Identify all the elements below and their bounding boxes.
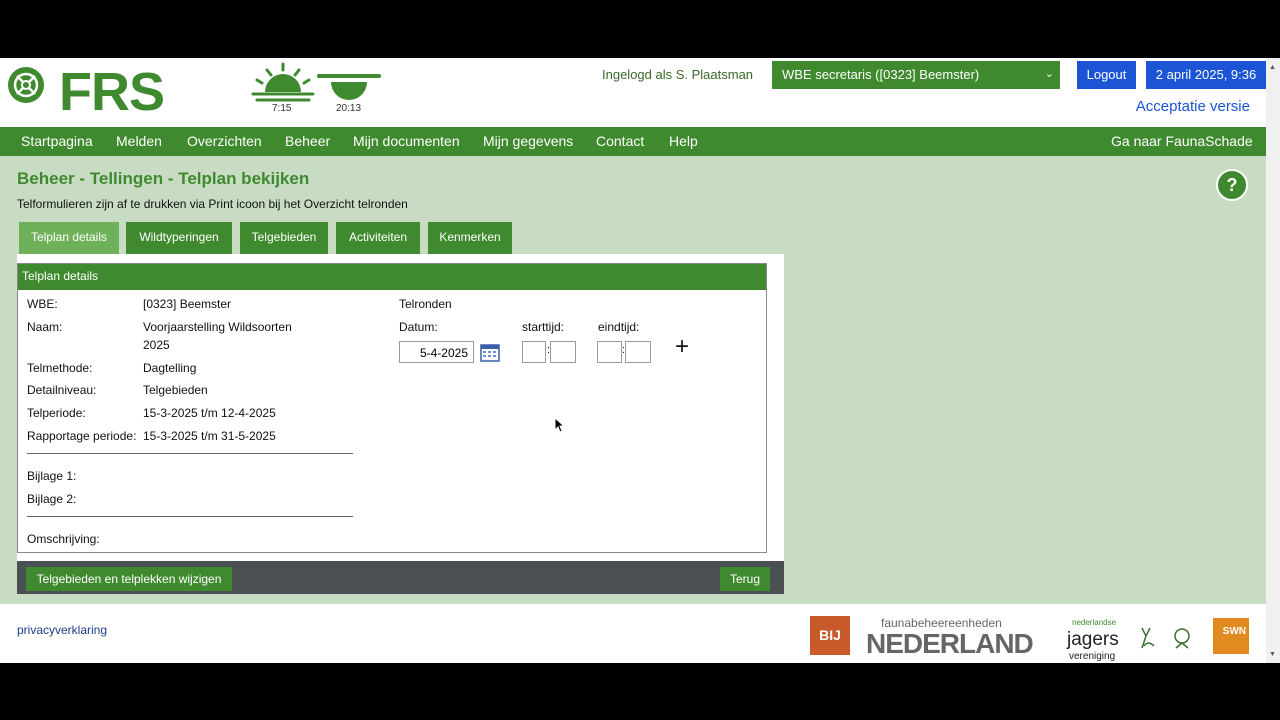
nav-item-faunaschade[interactable]: Ga naar FaunaSchade — [1111, 133, 1253, 149]
jagers-logo-sub-text: vereniging — [1069, 651, 1116, 662]
tab-kenmerken[interactable]: Kenmerken — [428, 222, 512, 254]
scrollbar[interactable]: ▲ ▼ — [1266, 58, 1280, 663]
nav-item-startpagina[interactable]: Startpagina — [21, 133, 93, 149]
panel-header: Telplan details — [18, 264, 766, 290]
divider — [27, 516, 353, 517]
bijlage-1-label: Bijlage 1: — [27, 469, 77, 483]
eindtijd-minutes-input[interactable] — [625, 341, 651, 363]
sunrise-icon — [251, 62, 315, 102]
page-subtitle: Telformulieren zijn af te drukken via Pr… — [17, 197, 408, 211]
field-value-detailniveau: Telgebieden — [143, 383, 208, 397]
fbe-logo-big-text: NEDERLAND — [866, 628, 1034, 659]
logout-button[interactable]: Logout — [1077, 61, 1136, 89]
help-icon[interactable]: ? — [1216, 169, 1248, 201]
starttijd-minutes-input[interactable] — [550, 341, 576, 363]
nav-item-overzichten[interactable]: Overzichten — [187, 133, 262, 149]
sunrise-time: 7:15 — [272, 103, 292, 114]
mouse-cursor-icon — [554, 417, 566, 433]
environment-label: Acceptatie versie — [1135, 98, 1250, 115]
datum-input[interactable]: 5-4-2025 — [399, 341, 474, 363]
starttijd-label: starttijd: — [522, 320, 565, 334]
field-value-wbe: [0323] Beemster — [143, 297, 232, 311]
tab-activiteiten[interactable]: Activiteiten — [336, 222, 420, 254]
tab-telgebieden[interactable]: Telgebieden — [240, 222, 328, 254]
divider — [27, 453, 353, 454]
eindtijd-label: eindtijd: — [598, 320, 640, 334]
chevron-down-icon: ⌄ — [1044, 68, 1054, 80]
calendar-icon[interactable] — [480, 342, 500, 362]
field-value-rapportage-periode: 15-3-2025 t/m 31-5-2025 — [143, 429, 276, 443]
field-value-telmethode: Dagtelling — [143, 361, 197, 375]
frs-logo-icon — [8, 67, 44, 103]
edit-telgebieden-button[interactable]: Telgebieden en telplekken wijzigen — [26, 567, 232, 591]
datum-label: Datum: — [399, 320, 438, 334]
tab-wildtyperingen[interactable]: Wildtyperingen — [126, 222, 232, 254]
omschrijving-label: Omschrijving: — [27, 532, 100, 546]
swn-logo: SWN — [1213, 618, 1249, 654]
telronden-title: Telronden — [399, 297, 452, 311]
action-bar: Telgebieden en telplekken wijzigen Terug — [17, 561, 784, 594]
field-value-naam: Voorjaarstelling Wildsoorten — [143, 320, 292, 334]
telplan-details-panel: Telplan details WBE: [0323] Beemster Naa… — [17, 263, 767, 553]
tab-telplan-details[interactable]: Telplan details — [19, 222, 119, 254]
field-value-naam-line2: 2025 — [143, 338, 170, 352]
browser-viewport: FRS 7:15 20:13 Ingelogd als S. Plaatsman… — [0, 58, 1280, 663]
scroll-up-icon[interactable]: ▲ — [1269, 64, 1276, 71]
jagers-logo-big-text: jagers — [1067, 629, 1119, 650]
sunset-time: 20:13 — [336, 103, 362, 114]
bijlage-2-label: Bijlage 2: — [27, 492, 77, 506]
field-label-detailniveau: Detailniveau: — [27, 383, 97, 397]
back-button[interactable]: Terug — [720, 567, 770, 591]
app-header: FRS 7:15 20:13 Ingelogd als S. Plaatsman… — [0, 58, 1266, 127]
frs-logo-text: FRS — [59, 62, 165, 122]
logged-in-user: Ingelogd als S. Plaatsman — [602, 67, 754, 82]
role-select-value: WBE secretaris ([0323] Beemster) — [782, 67, 980, 82]
privacy-link[interactable]: privacyverklaring — [17, 623, 107, 637]
field-label-telperiode: Telperiode: — [27, 406, 86, 420]
field-label-wbe: WBE: — [27, 297, 58, 311]
field-label-naam: Naam: — [27, 320, 63, 334]
eindtijd-hours-input[interactable] — [597, 341, 622, 363]
add-telronde-button[interactable]: + — [675, 333, 689, 361]
page-title: Beheer - Tellingen - Telplan bekijken — [17, 169, 310, 188]
nav-item-beheer[interactable]: Beheer — [285, 133, 330, 149]
scroll-down-icon[interactable]: ▼ — [1269, 651, 1276, 658]
bij12-logo: BIJ 12 — [810, 616, 850, 655]
main-content: Beheer - Tellingen - Telplan bekijken Te… — [0, 156, 1266, 604]
wildbeheer-veluwe-logo-icon — [1141, 627, 1190, 649]
starttijd-hours-input[interactable] — [522, 341, 546, 363]
datetime-display: 2 april 2025, 9:36 — [1146, 61, 1266, 89]
main-nav: Startpagina Melden Overzichten Beheer Mi… — [0, 127, 1266, 156]
nav-item-mijn-documenten[interactable]: Mijn documenten — [353, 133, 460, 149]
sunset-icon — [317, 74, 381, 100]
field-value-telperiode: 15-3-2025 t/m 12-4-2025 — [143, 406, 276, 420]
field-label-telmethode: Telmethode: — [27, 361, 93, 375]
nav-item-help[interactable]: Help — [669, 133, 698, 149]
field-label-rapportage-periode: Rapportage periode: — [27, 429, 137, 443]
page-footer: privacyverklaring BIJ 12 faunabeheereenh… — [0, 604, 1266, 663]
nav-item-melden[interactable]: Melden — [116, 133, 162, 149]
nav-item-contact[interactable]: Contact — [596, 133, 644, 149]
jagers-logo-small-text: nederlandse — [1072, 618, 1117, 627]
role-select[interactable]: WBE secretaris ([0323] Beemster) ⌄ — [772, 61, 1060, 89]
nav-item-mijn-gegevens[interactable]: Mijn gegevens — [483, 133, 573, 149]
